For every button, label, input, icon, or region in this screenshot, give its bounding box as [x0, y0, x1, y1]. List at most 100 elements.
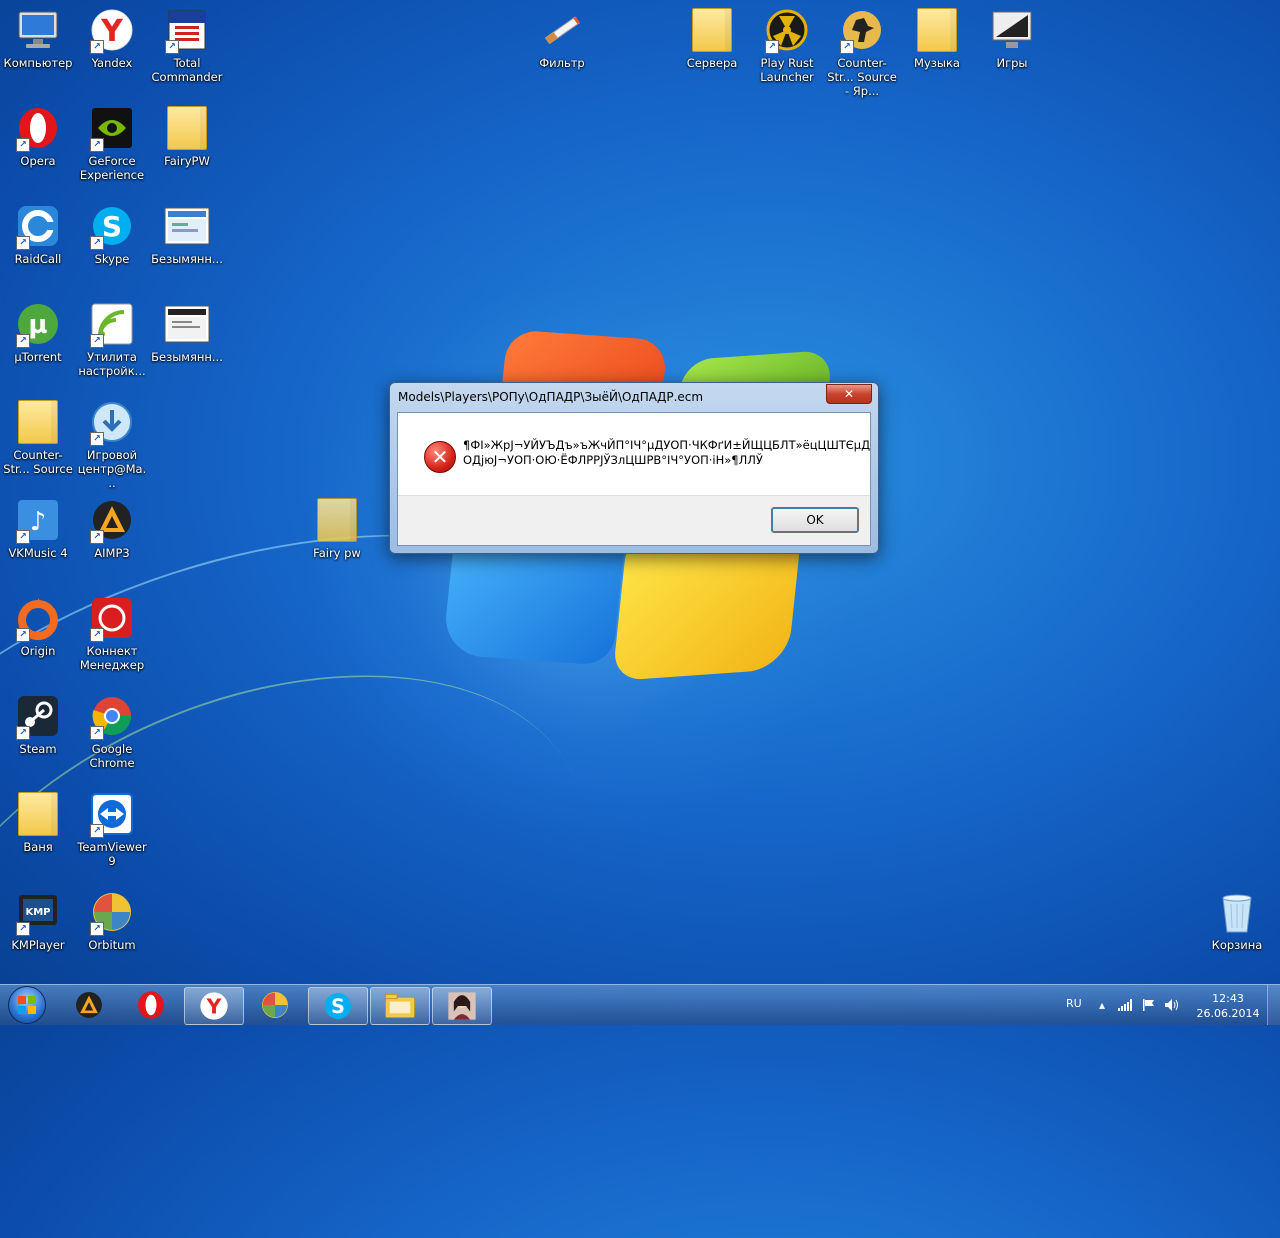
desktop-icon-origin[interactable]: ↗ Origin [0, 588, 76, 682]
desktop-icon-chrome[interactable]: ↗ Google Chrome [74, 686, 150, 780]
desktop-icon-servers[interactable]: Сервера [674, 0, 750, 94]
network-icon[interactable] [1117, 997, 1133, 1013]
desktop-icon-total-commander[interactable]: ↗ Total Commander [149, 0, 225, 94]
taskbar-yandex[interactable]: Y [184, 987, 244, 1025]
desktop-icon-label: Orbitum [88, 938, 136, 952]
desktop-icon-label: Counter-Str... Source [3, 448, 73, 476]
dialog-message: ¶ФІ»ЖрЈ¬УЙУЪДъ»ъЖчЙП°ІЧ°µДУОП·ЧКФґИ±ЙЩЦБ… [463, 438, 871, 467]
desktop-icon-fairypw[interactable]: FairyPW [149, 98, 225, 192]
desktop-icon-label: Коннект Менеджер [79, 644, 145, 672]
shortcut-arrow-icon: ↗ [90, 922, 104, 936]
taskbar-aimp[interactable] [60, 987, 118, 1023]
connect-manager-icon: ↗ [88, 594, 136, 642]
desktop-icon-music[interactable]: Музыка [899, 0, 975, 94]
vkmusic-icon: ♪ ↗ [14, 496, 62, 544]
desktop-icon-fairy-pw-folder[interactable]: Fairy pw [299, 490, 375, 584]
clock-date: 26.06.2014 [1196, 1007, 1260, 1020]
desktop-icon-label: Корзина [1211, 938, 1263, 952]
aimp-icon [76, 992, 102, 1018]
total-commander-icon: ↗ [163, 6, 211, 54]
desktop-icon-label: Total Commander [151, 56, 223, 84]
shortcut-arrow-icon: ↗ [90, 334, 104, 348]
desktop-icon-vanya[interactable]: Ваня [0, 784, 76, 878]
desktop-icon-label: Музыка [914, 56, 960, 70]
shortcut-arrow-icon: ↗ [16, 138, 30, 152]
dialog-footer: OK [398, 495, 870, 545]
desktop-icon-label: Play Rust Launcher [760, 56, 814, 84]
desktop-icon-label: VKMusic 4 [8, 546, 68, 560]
ok-button[interactable]: OK [771, 507, 859, 533]
desktop-icon-counter-strike-source[interactable]: ↗ Counter-Str... Source - Яр... [824, 0, 900, 98]
desktop-icon-steam[interactable]: ↗ Steam [0, 686, 76, 780]
windows-orb-icon [8, 986, 46, 1024]
music-folder-icon [913, 6, 961, 54]
shortcut-arrow-icon: ↗ [165, 40, 179, 54]
shortcut-arrow-icon: ↗ [90, 530, 104, 544]
skype-icon: S [325, 993, 351, 1019]
taskbar-game[interactable] [432, 987, 492, 1025]
desktop-icon-game-center[interactable]: ↗ Игровой центр@Ma... [74, 392, 150, 490]
desktop-icon-label: Skype [94, 252, 130, 266]
desktop-icon-kmplayer[interactable]: KMP ↗ KMPlayer [0, 882, 76, 976]
raidcall-icon: ↗ [14, 202, 62, 250]
desktop-icon-filter[interactable]: Фильтр [524, 0, 600, 94]
show-desktop-button[interactable] [1267, 985, 1280, 1025]
folder-icon [163, 104, 211, 152]
desktop-icon-label: Безымянн... [151, 350, 223, 364]
shortcut-arrow-icon: ↗ [840, 40, 854, 54]
desktop-icon-label: Origin [20, 644, 56, 658]
desktop-icon-teamviewer[interactable]: ↗ TeamViewer 9 [74, 784, 150, 878]
shortcut-arrow-icon: ↗ [90, 432, 104, 446]
desktop-icon-label: Fairy pw [313, 546, 361, 560]
desktop-icon-geforce[interactable]: ↗ GeForce Experience [74, 98, 150, 192]
error-icon: ✕ [424, 441, 456, 473]
opera-icon: ↗ [14, 104, 62, 152]
language-indicator[interactable]: RU [1066, 997, 1082, 1010]
taskbar-orbitum[interactable] [246, 987, 304, 1023]
desktop-icon-orbitum[interactable]: ↗ Orbitum [74, 882, 150, 976]
desktop-icon-skype[interactable]: S ↗ Skype [74, 196, 150, 290]
folder-icon [14, 398, 62, 446]
orbitum-icon: ↗ [88, 888, 136, 936]
svg-text:KMP: KMP [25, 907, 50, 918]
skype-icon: S ↗ [88, 202, 136, 250]
volume-icon[interactable] [1164, 997, 1180, 1013]
desktop-icon-raidcall[interactable]: ↗ RaidCall [0, 196, 76, 290]
desktop-icon-unnamed-2[interactable]: Безымянн... [149, 294, 225, 388]
desktop-icon-recycle-bin[interactable]: Корзина [1199, 882, 1275, 976]
taskbar-explorer[interactable] [370, 987, 430, 1025]
desktop-icon-label: RaidCall [14, 252, 62, 266]
show-hidden-icons-icon[interactable]: ▴ [1094, 997, 1110, 1013]
computer-icon [14, 6, 62, 54]
clock-time: 12:43 [1212, 992, 1244, 1005]
desktop-icon-aimp[interactable]: ↗ AIMP3 [74, 490, 150, 584]
orbitum-icon [262, 992, 288, 1018]
desktop-icon-unnamed-1[interactable]: Безымянн... [149, 196, 225, 290]
recycle-bin-icon [1213, 888, 1261, 936]
steam-icon: ↗ [14, 692, 62, 740]
desktop-icon-label: Counter-Str... Source - Яр... [827, 56, 897, 98]
dialog-title: Models\Players\РОПу\ОдПАДР\ЗыёЙ\ОдПАДР.e… [398, 390, 704, 404]
shortcut-arrow-icon: ↗ [90, 726, 104, 740]
desktop-icon-yandex[interactable]: Y ↗ Yandex [74, 0, 150, 94]
action-center-flag-icon[interactable] [1141, 997, 1157, 1013]
start-button[interactable] [3, 985, 51, 1025]
taskbar-opera[interactable] [122, 987, 180, 1023]
desktop-icon-opera[interactable]: ↗ Opera [0, 98, 76, 192]
desktop-icon-counter-strike-folder[interactable]: Counter-Str... Source [0, 392, 76, 486]
svg-text:µ: µ [28, 310, 47, 340]
system-clock[interactable]: 12:43 26.06.2014 [1192, 991, 1264, 1021]
desktop-icon-label: µTorrent [14, 350, 62, 364]
desktop-icon-wifi-utility[interactable]: ↗ Утилита настройк... [74, 294, 150, 388]
desktop-icon-play-rust[interactable]: ↗ Play Rust Launcher [749, 0, 825, 94]
origin-icon: ↗ [14, 594, 62, 642]
close-button[interactable]: ✕ [826, 384, 872, 404]
game-avatar-icon [448, 992, 476, 1020]
desktop-icon-connect-manager[interactable]: ↗ Коннект Менеджер [74, 588, 150, 682]
desktop-icon-vkmusic[interactable]: ♪ ↗ VKMusic 4 [0, 490, 76, 584]
taskbar-skype[interactable]: S [308, 987, 368, 1025]
desktop-icon-utorrent[interactable]: µ ↗ µTorrent [0, 294, 76, 388]
desktop-icon-games[interactable]: Игры [974, 0, 1050, 94]
desktop-icon-label: Фильтр [539, 56, 585, 70]
desktop-icon-computer[interactable]: Компьютер [0, 0, 76, 94]
